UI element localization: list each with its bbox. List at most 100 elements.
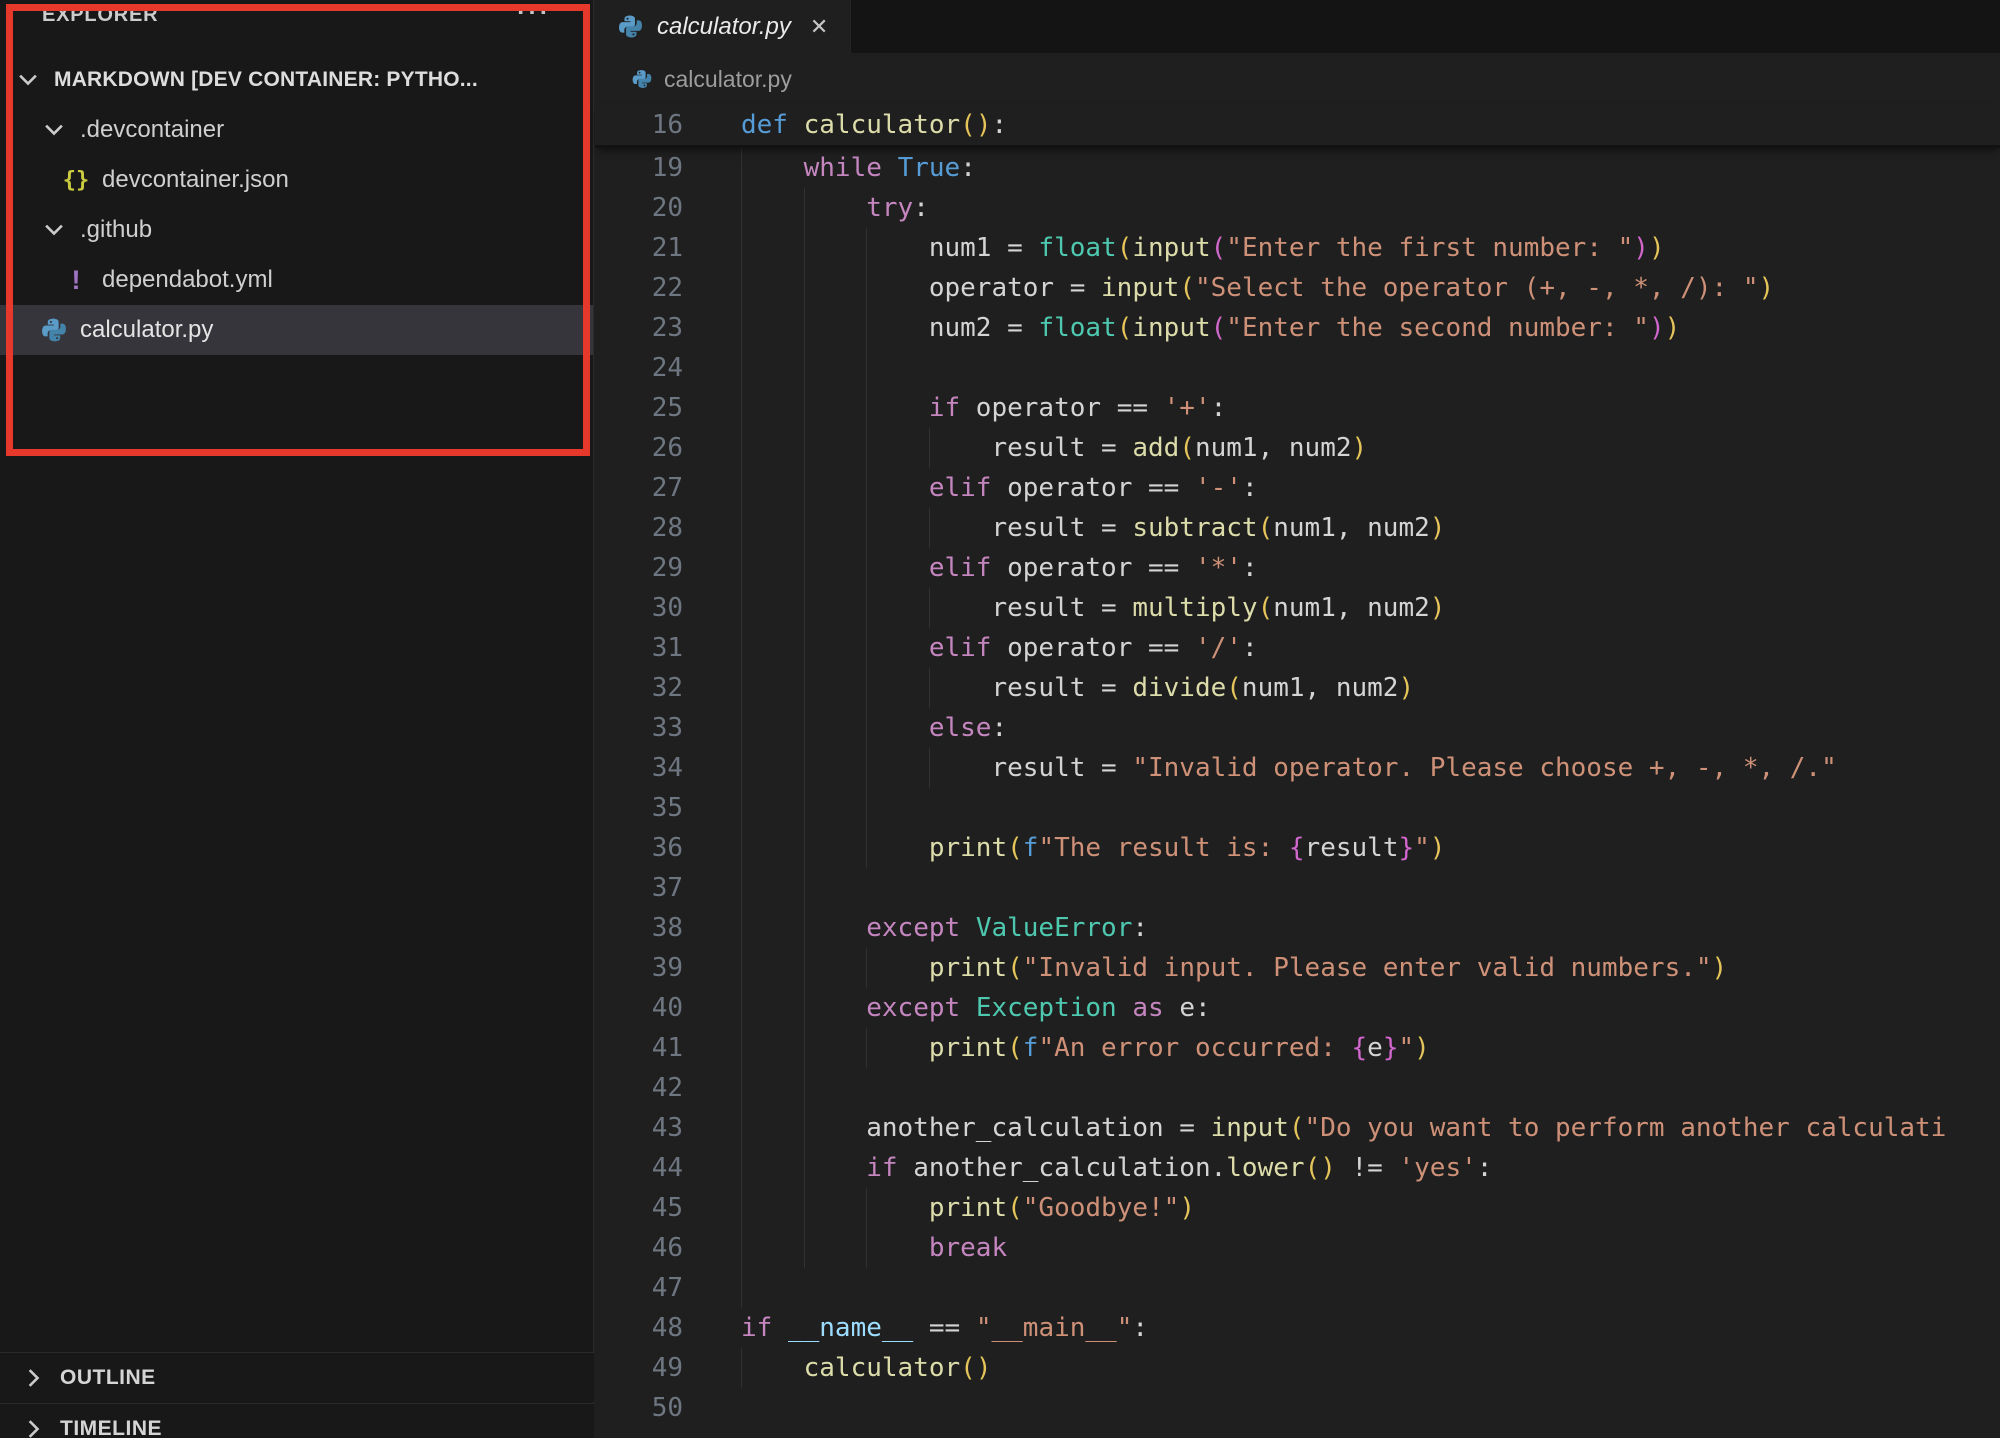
line-number: 28: [595, 508, 741, 548]
file-tree: MARKDOWN [DEV CONTAINER: PYTHO....devcon…: [0, 55, 593, 355]
code-line-text: elif operator == '/':: [741, 628, 2000, 668]
code-line-text: [741, 348, 2000, 388]
line-number: 47: [595, 1268, 741, 1308]
code-line-text: result = subtract(num1, num2): [741, 508, 2000, 548]
chevron-right-icon: [20, 1415, 48, 1438]
close-icon[interactable]: ✕: [810, 14, 828, 40]
code-line-34[interactable]: 34 result = "Invalid operator. Please ch…: [595, 748, 2000, 788]
code-line-46[interactable]: 46 break: [595, 1228, 2000, 1268]
code-line-text: def calculator():: [741, 105, 2000, 145]
code-line-49[interactable]: 49 calculator(): [595, 1348, 2000, 1388]
line-number: 33: [595, 708, 741, 748]
line-number: 44: [595, 1148, 741, 1188]
line-number: 48: [595, 1308, 741, 1348]
line-number: 50: [595, 1388, 741, 1428]
code-line-text: if __name__ == "__main__":: [741, 1308, 2000, 1348]
explorer-header: EXPLORER ⋯: [0, 0, 593, 54]
code-line-50[interactable]: 50: [595, 1388, 2000, 1428]
tab-title: calculator.py: [657, 13, 791, 41]
code-line-26[interactable]: 26 result = add(num1, num2): [595, 428, 2000, 468]
line-number: 25: [595, 388, 741, 428]
line-number: 43: [595, 1108, 741, 1148]
python-icon: [40, 316, 68, 344]
code-line-39[interactable]: 39 print("Invalid input. Please enter va…: [595, 948, 2000, 988]
line-number: 26: [595, 428, 741, 468]
code-line-45[interactable]: 45 print("Goodbye!"): [595, 1188, 2000, 1228]
code-line-35[interactable]: 35: [595, 788, 2000, 828]
code-line-text: [741, 1268, 2000, 1308]
code-line-44[interactable]: 44 if another_calculation.lower() != 'ye…: [595, 1148, 2000, 1188]
code-line-text: else:: [741, 708, 2000, 748]
code-line-text: while True:: [741, 148, 2000, 188]
tree-item-markdown-dev-container-pytho...[interactable]: MARKDOWN [DEV CONTAINER: PYTHO...: [0, 55, 593, 105]
tab-calculator-py[interactable]: calculator.py ✕: [595, 0, 851, 53]
code-line-text: result = "Invalid operator. Please choos…: [741, 748, 2000, 788]
warn-icon: !: [62, 266, 90, 294]
code-line-43[interactable]: 43 another_calculation = input("Do you w…: [595, 1108, 2000, 1148]
code-line-text: result = add(num1, num2): [741, 428, 2000, 468]
line-number: 21: [595, 228, 741, 268]
code-line-21[interactable]: 21 num1 = float(input("Enter the first n…: [595, 228, 2000, 268]
tree-item-.devcontainer[interactable]: .devcontainer: [0, 105, 593, 155]
tab-bar: calculator.py ✕: [595, 0, 2000, 53]
code-line-20[interactable]: 20 try:: [595, 188, 2000, 228]
code-line-text: if another_calculation.lower() != 'yes':: [741, 1148, 2000, 1188]
code-line-41[interactable]: 41 print(f"An error occurred: {e}"): [595, 1028, 2000, 1068]
code-line-22[interactable]: 22 operator = input("Select the operator…: [595, 268, 2000, 308]
sticky-scroll-line[interactable]: 16def calculator():: [595, 105, 2000, 148]
line-number: 37: [595, 868, 741, 908]
more-actions-icon[interactable]: ⋯: [515, 0, 549, 32]
code-line-37[interactable]: 37: [595, 868, 2000, 908]
timeline-section[interactable]: TIMELINE: [0, 1403, 594, 1438]
code-line-28[interactable]: 28 result = subtract(num1, num2): [595, 508, 2000, 548]
code-line-text: [741, 1388, 2000, 1428]
chevron-down-icon: [40, 216, 68, 244]
timeline-label: TIMELINE: [60, 1417, 162, 1438]
code-line-31[interactable]: 31 elif operator == '/':: [595, 628, 2000, 668]
code-line-text: num1 = float(input("Enter the first numb…: [741, 228, 2000, 268]
code-line-text: another_calculation = input("Do you want…: [741, 1108, 2000, 1148]
code-line-24[interactable]: 24: [595, 348, 2000, 388]
tree-item-.github[interactable]: .github: [0, 205, 593, 255]
code-line-19[interactable]: 19 while True:: [595, 148, 2000, 188]
python-icon: [631, 68, 653, 90]
line-number: 31: [595, 628, 741, 668]
code-line-48[interactable]: 48if __name__ == "__main__":: [595, 1308, 2000, 1348]
code-line-25[interactable]: 25 if operator == '+':: [595, 388, 2000, 428]
line-number: 23: [595, 308, 741, 348]
code-line-38[interactable]: 38 except ValueError:: [595, 908, 2000, 948]
code-line-36[interactable]: 36 print(f"The result is: {result}"): [595, 828, 2000, 868]
tree-item-label: calculator.py: [80, 316, 213, 344]
code-line-32[interactable]: 32 result = divide(num1, num2): [595, 668, 2000, 708]
code-line-text: [741, 1068, 2000, 1108]
tree-item-calculator.py[interactable]: calculator.py: [0, 305, 593, 355]
code-line-text: print(f"The result is: {result}"): [741, 828, 2000, 868]
chevron-right-icon: [20, 1364, 48, 1392]
code-line-16[interactable]: 16def calculator():: [595, 105, 2000, 145]
line-number: 38: [595, 908, 741, 948]
code-line-33[interactable]: 33 else:: [595, 708, 2000, 748]
code-line-23[interactable]: 23 num2 = float(input("Enter the second …: [595, 308, 2000, 348]
line-number: 35: [595, 788, 741, 828]
outline-section[interactable]: OUTLINE: [0, 1352, 594, 1402]
code-line-30[interactable]: 30 result = multiply(num1, num2): [595, 588, 2000, 628]
code-area[interactable]: 19 while True:20 try:21 num1 = float(inp…: [595, 148, 2000, 1438]
code-line-text: except ValueError:: [741, 908, 2000, 948]
code-line-text: if operator == '+':: [741, 388, 2000, 428]
line-number: 39: [595, 948, 741, 988]
code-line-text: elif operator == '-':: [741, 468, 2000, 508]
code-line-40[interactable]: 40 except Exception as e:: [595, 988, 2000, 1028]
chevron-down-icon: [14, 66, 42, 94]
code-line-47[interactable]: 47: [595, 1268, 2000, 1308]
tree-item-devcontainer.json[interactable]: {}devcontainer.json: [0, 155, 593, 205]
code-line-text: try:: [741, 188, 2000, 228]
breadcrumb[interactable]: calculator.py: [595, 53, 2000, 105]
code-line-text: except Exception as e:: [741, 988, 2000, 1028]
code-line-27[interactable]: 27 elif operator == '-':: [595, 468, 2000, 508]
line-number: 16: [595, 105, 741, 145]
tree-item-dependabot.yml[interactable]: !dependabot.yml: [0, 255, 593, 305]
code-line-29[interactable]: 29 elif operator == '*':: [595, 548, 2000, 588]
explorer-sidebar: EXPLORER ⋯ MARKDOWN [DEV CONTAINER: PYTH…: [0, 0, 594, 1438]
code-line-text: break: [741, 1228, 2000, 1268]
code-line-42[interactable]: 42: [595, 1068, 2000, 1108]
